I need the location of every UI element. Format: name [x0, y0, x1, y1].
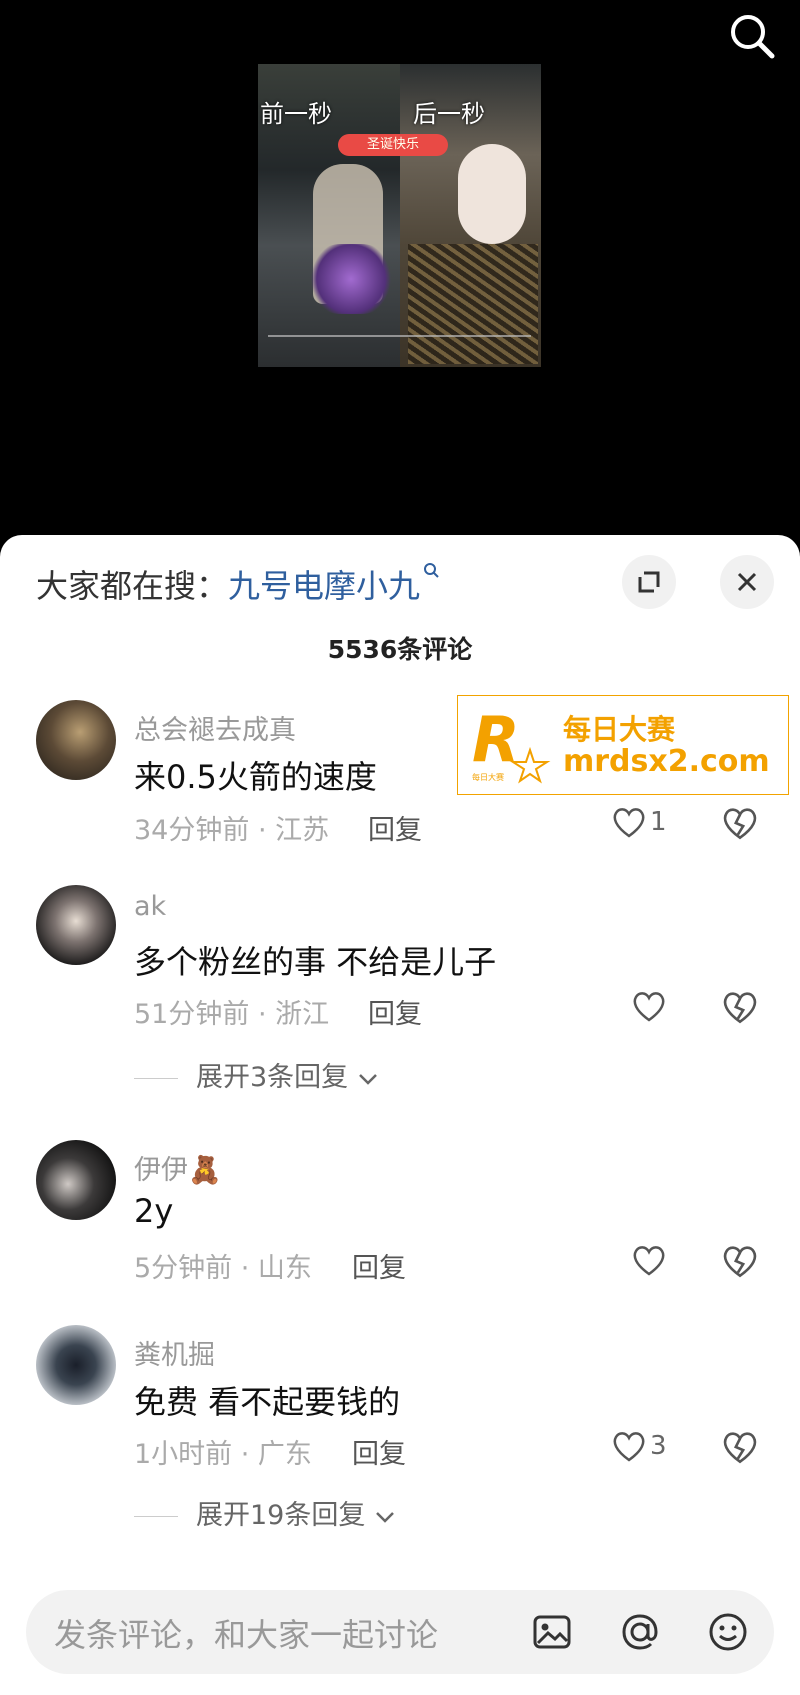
expand-replies-label: 展开19条回复 [196, 1500, 366, 1531]
left-caption: 前一秒 [260, 100, 332, 128]
divider-line [134, 1078, 178, 1079]
reply-button[interactable]: 回复 [352, 1246, 406, 1285]
search-icon[interactable] [726, 10, 778, 62]
search-small-icon [424, 563, 439, 578]
emoji-icon[interactable] [706, 1610, 750, 1654]
comment-text: 多个粉丝的事 不给是儿子 [134, 943, 497, 981]
bottom-strip [0, 1686, 800, 1695]
ad-url: mrdsx2.com [563, 744, 770, 779]
video-thumbnail[interactable]: 前一秒 后一秒 圣诞快乐 [258, 64, 541, 367]
heart-icon [613, 808, 645, 838]
trending-search[interactable]: 大家都在搜：九号电摩小九 [36, 561, 440, 607]
like-count: 1 [650, 807, 667, 837]
video-area[interactable]: 前一秒 后一秒 圣诞快乐 [0, 0, 800, 535]
chevron-down-icon [358, 1073, 377, 1085]
thumbnail-scooter-light [306, 244, 396, 314]
ad-title: 每日大赛 [563, 713, 676, 746]
comment-text: 免费 看不起要钱的 [134, 1383, 401, 1421]
expand-icon [638, 571, 660, 593]
divider-line [134, 1516, 178, 1517]
expand-replies-button[interactable]: 展开3条回复 [134, 1055, 379, 1094]
like-button[interactable] [630, 987, 670, 1027]
reply-button[interactable]: 回复 [368, 992, 422, 1031]
like-button[interactable]: 3 [610, 1427, 680, 1467]
thumbnail-progress [268, 335, 531, 337]
dislike-icon[interactable] [720, 1241, 760, 1281]
comments-count: 5536条评论 [327, 635, 473, 664]
like-count: 3 [650, 1431, 667, 1461]
comment-text: 2y [134, 1192, 174, 1230]
dislike-icon[interactable] [720, 803, 760, 843]
comment-input-placeholder: 发条评论，和大家一起讨论 [54, 1616, 439, 1654]
close-button[interactable] [720, 555, 774, 609]
expand-button[interactable] [622, 555, 676, 609]
avatar[interactable] [36, 1140, 116, 1220]
dislike-icon[interactable] [720, 987, 760, 1027]
like-button[interactable]: 1 [610, 803, 680, 843]
like-button[interactable] [630, 1241, 670, 1281]
right-caption: 后一秒 [413, 100, 485, 128]
avatar[interactable] [36, 700, 116, 780]
heart-icon [633, 1246, 665, 1276]
dislike-icon[interactable] [720, 1427, 760, 1467]
comment-username[interactable]: 粪机掘 [134, 1333, 215, 1372]
at-icon[interactable] [618, 1610, 662, 1654]
comment-username[interactable]: ak [134, 891, 166, 922]
comment-meta: 34分钟前 · 江苏 [134, 815, 330, 846]
comment-input[interactable]: 发条评论，和大家一起讨论 [26, 1590, 774, 1674]
image-icon[interactable] [530, 1610, 574, 1654]
comment-username[interactable]: 总会褪去成真 [134, 708, 296, 747]
chevron-down-icon [376, 1511, 394, 1523]
heart-icon [613, 1432, 645, 1462]
ad-logo: R 每日大赛 [472, 706, 551, 784]
reply-button[interactable]: 回复 [368, 808, 422, 847]
comment-meta: 5分钟前 · 山东 [134, 1253, 312, 1284]
thumbnail-tree [408, 244, 538, 364]
holiday-badge: 圣诞快乐 [338, 134, 448, 156]
thumbnail-face [458, 144, 526, 244]
svg-text:每日大赛: 每日大赛 [472, 772, 504, 782]
comment-username[interactable]: 伊伊🧸 [134, 1148, 222, 1187]
trending-search-term[interactable]: 九号电摩小九 [228, 567, 420, 605]
avatar[interactable] [36, 885, 116, 965]
expand-replies-button[interactable]: 展开19条回复 [134, 1493, 396, 1532]
svg-text:R: R [472, 706, 520, 776]
ad-banner[interactable]: R 每日大赛 每日大赛 mrdsx2.com [457, 695, 789, 795]
comment-text: 来0.5火箭的速度 [134, 758, 377, 796]
close-icon [737, 572, 757, 592]
expand-replies-label: 展开3条回复 [196, 1062, 349, 1093]
comment-meta: 51分钟前 · 浙江 [134, 999, 330, 1030]
reply-button[interactable]: 回复 [352, 1432, 406, 1471]
comments-sheet: 大家都在搜：九号电摩小九 5536条评论 R 每日大赛 每日大赛 mrdsx2.… [0, 535, 800, 1695]
avatar[interactable] [36, 1325, 116, 1405]
heart-icon [633, 992, 665, 1022]
trending-search-prefix: 大家都在搜： [36, 567, 229, 605]
comment-meta: 1小时前 · 广东 [134, 1439, 312, 1470]
